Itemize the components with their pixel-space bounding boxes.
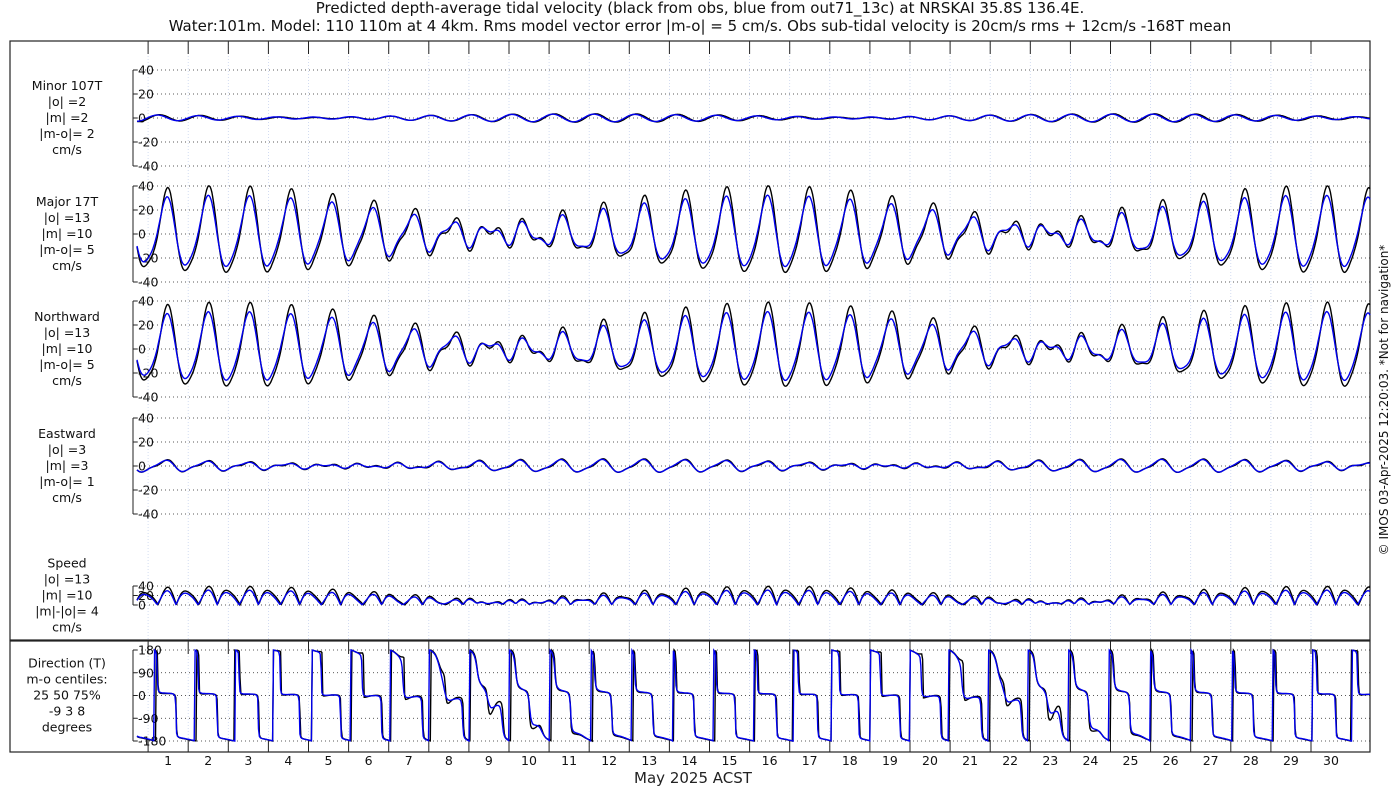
panel-label-east: |m| =3 <box>46 458 89 473</box>
panel-label-major: Major 17T <box>36 194 99 209</box>
x-tick-label: 12 <box>601 753 617 768</box>
x-tick-label: 13 <box>641 753 657 768</box>
panel-label-north: |m| =10 <box>42 341 93 356</box>
y-tick-label-dir: -180 <box>138 734 166 749</box>
x-tick-label: 16 <box>762 753 778 768</box>
x-tick-label: 23 <box>1042 753 1058 768</box>
y-tick-label-north: 0 <box>138 342 146 357</box>
y-tick-label-north: -40 <box>138 390 158 405</box>
y-tick-label-minor: -40 <box>138 159 158 174</box>
y-tick-label-major: 20 <box>138 203 154 218</box>
x-tick-label: 18 <box>842 753 858 768</box>
panel-label-east: |m-o|= 1 <box>39 474 94 489</box>
y-tick-label-dir: 180 <box>138 643 162 658</box>
x-tick-label: 28 <box>1243 753 1259 768</box>
panel-label-speed: cm/s <box>52 620 82 635</box>
tidal-velocity-figure: Predicted depth-average tidal velocity (… <box>0 0 1400 800</box>
panel-label-speed: |m|-|o|= 4 <box>35 604 99 619</box>
x-tick-label: 24 <box>1082 753 1098 768</box>
x-tick-label: 9 <box>485 753 493 768</box>
panel-label-speed: |m| =10 <box>42 588 93 603</box>
panel-label-major: |o| =13 <box>44 210 90 225</box>
y-tick-label-major: -40 <box>138 275 158 290</box>
y-tick-label-dir: 0 <box>138 688 146 703</box>
panel-label-minor: cm/s <box>52 142 82 157</box>
y-tick-label-minor: -20 <box>138 135 158 150</box>
y-tick-label-north: 40 <box>138 294 154 309</box>
x-tick-label: 21 <box>962 753 978 768</box>
x-tick-label: 1 <box>164 753 172 768</box>
panel-label-east: |o| =3 <box>48 442 86 457</box>
panel-label-minor: |o| =2 <box>48 94 86 109</box>
x-tick-label: 4 <box>284 753 292 768</box>
panel-label-dir: m-o centiles: <box>26 672 107 687</box>
y-tick-label-east: 20 <box>138 435 154 450</box>
x-tick-label: 7 <box>405 753 413 768</box>
x-tick-label: 5 <box>325 753 333 768</box>
x-tick-label: 3 <box>244 753 252 768</box>
panel-label-speed: Speed <box>47 556 86 571</box>
x-tick-label: 19 <box>882 753 898 768</box>
x-tick-label: 25 <box>1123 753 1139 768</box>
x-tick-label: 6 <box>365 753 373 768</box>
x-tick-label: 27 <box>1203 753 1219 768</box>
x-tick-label: 8 <box>445 753 453 768</box>
y-tick-label-major: 0 <box>138 227 146 242</box>
x-tick-label: 15 <box>722 753 738 768</box>
x-tick-label: 20 <box>922 753 938 768</box>
y-tick-label-north: 20 <box>138 318 154 333</box>
y-tick-label-major: 40 <box>138 179 154 194</box>
panel-label-dir: Direction (T) <box>28 656 106 671</box>
panel-label-dir: 25 50 75% <box>33 688 101 703</box>
panel-label-east: Eastward <box>38 426 96 441</box>
panel-label-north: Northward <box>34 309 100 324</box>
lower-frame <box>9 640 1371 753</box>
y-tick-label-minor: 40 <box>138 63 154 78</box>
upper-frame <box>9 40 1371 641</box>
panel-label-north: |m-o|= 5 <box>39 357 94 372</box>
y-tick-label-dir: 90 <box>138 665 154 680</box>
panel-label-dir: degrees <box>42 720 92 735</box>
panel-label-major: |m-o|= 5 <box>39 242 94 257</box>
y-tick-label-minor: 20 <box>138 87 154 102</box>
panel-label-speed: |o| =13 <box>44 572 90 587</box>
y-tick-label-east: 40 <box>138 411 154 426</box>
y-tick-label-east: -20 <box>138 483 158 498</box>
y-tick-label-minor: 0 <box>138 111 146 126</box>
panel-label-minor: |m| =2 <box>46 110 89 125</box>
panel-label-east: cm/s <box>52 490 82 505</box>
panel-label-north: cm/s <box>52 373 82 388</box>
panel-label-north: |o| =13 <box>44 325 90 340</box>
y-tick-label-speed: 0 <box>138 598 146 613</box>
x-tick-label: 29 <box>1283 753 1299 768</box>
x-tick-label: 10 <box>521 753 537 768</box>
plot-area: 1 2 3 4 5 6 7 8 9 10 11 12 13 14 15 16 17 18 19 20 21 22 23 24 2… <box>9 40 1371 768</box>
credit-text: © IMOS 03-Apr-2025 12:20:03. *Not for na… <box>1377 244 1391 556</box>
panel-label-major: |m| =10 <box>42 226 93 241</box>
x-tick-label: 17 <box>802 753 818 768</box>
panel-label-dir: -9 3 8 <box>49 704 85 719</box>
x-tick-label: 30 <box>1323 753 1339 768</box>
panel-label-minor: Minor 107T <box>32 78 103 93</box>
x-tick-label: 26 <box>1163 753 1179 768</box>
panel-label-minor: |m-o|= 2 <box>39 126 94 141</box>
x-tick-label: 22 <box>1002 753 1018 768</box>
x-axis-label: May 2025 ACST <box>634 769 752 787</box>
y-tick-label-east: -40 <box>138 507 158 522</box>
x-tick-label: 14 <box>681 753 697 768</box>
panel-label-major: cm/s <box>52 258 82 273</box>
x-tick-label: 11 <box>561 753 577 768</box>
x-tick-label: 2 <box>204 753 212 768</box>
